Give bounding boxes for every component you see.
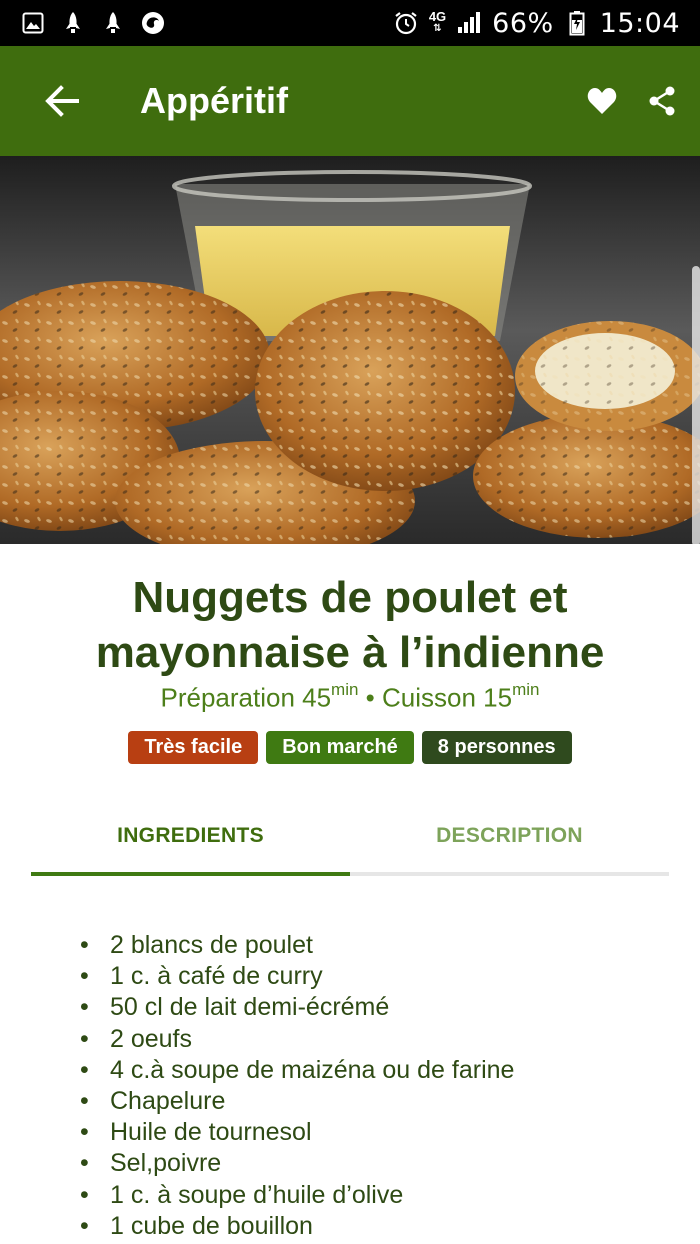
back-arrow-icon <box>45 85 79 117</box>
rocket-icon <box>60 10 86 36</box>
page-title: Appéritif <box>140 80 288 121</box>
status-bar: 4G ⇅ 66% 15:04 <box>0 0 700 46</box>
recipe-badges: Très facile Bon marché 8 personnes <box>0 731 700 764</box>
gallery-icon <box>20 10 46 36</box>
rocket-icon <box>100 10 126 36</box>
recipe-times: Préparation 45min • Cuisson 15min <box>0 680 700 714</box>
share-button[interactable] <box>640 79 684 123</box>
list-item: 2 blancs de poulet <box>80 930 514 961</box>
ingredients-list: 2 blancs de poulet 1 c. à café de curry … <box>80 930 514 1242</box>
list-item: Sel,poivre <box>80 1148 514 1179</box>
servings-badge: 8 personnes <box>421 731 572 764</box>
recipe-title-line-2: mayonnaise à l’indienne <box>95 628 605 677</box>
list-item: 1 c. à café de curry <box>80 961 514 992</box>
recipe-title-line-1: Nuggets de poulet et <box>132 573 568 622</box>
battery-icon <box>564 10 590 36</box>
prep-time: Préparation 45 <box>160 682 332 713</box>
tab-ingredients[interactable]: INGREDIENTS <box>31 800 350 876</box>
recipe-photo <box>0 156 700 544</box>
list-item: 50 cl de lait demi-écrémé <box>80 992 514 1023</box>
meta-separator: • <box>358 682 383 713</box>
list-item: 2 oeufs <box>80 1024 514 1055</box>
share-icon <box>649 86 675 116</box>
list-item: Chapelure <box>80 1086 514 1117</box>
tab-description[interactable]: DESCRIPTION <box>350 800 669 872</box>
recipe-title: Nuggets de poulet et mayonnaise à l’indi… <box>0 570 700 680</box>
cook-unit: min <box>512 680 540 699</box>
list-item: 1 c. à soupe d’huile d’olive <box>80 1180 514 1211</box>
heart-icon <box>587 88 617 114</box>
firefox-icon <box>140 10 166 36</box>
battery-percent: 66% <box>492 7 554 39</box>
list-item: Huile de tournesol <box>80 1117 514 1148</box>
cook-time: Cuisson 15 <box>382 682 513 713</box>
signal-icon <box>456 10 482 36</box>
tab-bar: INGREDIENTS DESCRIPTION <box>31 800 669 876</box>
difficulty-badge: Très facile <box>128 731 259 764</box>
clock: 15:04 <box>599 7 680 39</box>
favorite-button[interactable] <box>580 79 624 123</box>
cost-badge: Bon marché <box>266 731 414 764</box>
back-button[interactable] <box>30 69 94 133</box>
prep-unit: min <box>331 680 359 699</box>
list-item: 4 c.à soupe de maizéna ou de farine <box>80 1055 514 1086</box>
app-bar: Appéritif <box>0 46 700 156</box>
network-type: 4G ⇅ <box>428 9 447 34</box>
alarm-icon <box>393 10 419 36</box>
list-item: 1 cube de bouillon <box>80 1211 514 1242</box>
